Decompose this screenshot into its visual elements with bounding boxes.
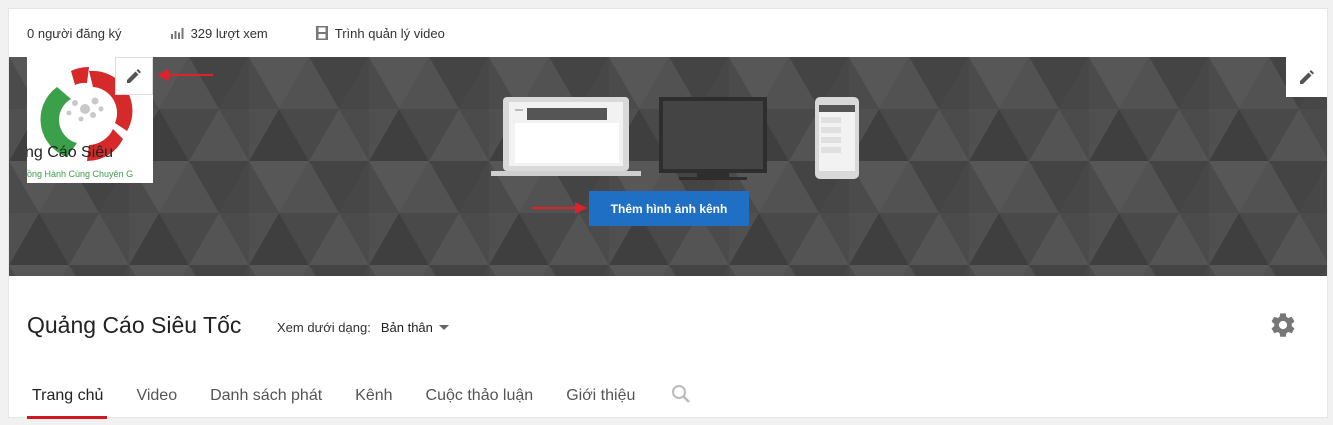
tab-home[interactable]: Trang chủ <box>27 375 108 419</box>
bar-chart-icon <box>170 27 184 39</box>
channel-stats-bar: 0 người đăng ký 329 lượt xem Trình quản … <box>9 9 1327 57</box>
annotation-arrow-button <box>531 202 587 214</box>
view-count-label: 329 lượt xem <box>190 25 268 41</box>
film-strip-icon <box>315 26 328 40</box>
annotation-arrow-avatar <box>157 69 213 81</box>
pencil-icon <box>127 69 141 83</box>
pencil-icon <box>1299 70 1314 84</box>
video-manager-link[interactable]: Trình quản lý video <box>315 25 445 41</box>
tab-discussion[interactable]: Cuộc thảo luận <box>421 375 538 419</box>
view-as-value: Bản thân <box>380 320 433 335</box>
tab-about[interactable]: Giới thiệu <box>561 375 639 419</box>
add-channel-art-button[interactable]: Thêm hình ảnh kênh <box>589 191 749 226</box>
search-icon <box>672 385 691 403</box>
subscriber-count-label: 0 người đăng ký <box>27 25 122 41</box>
subscriber-count: 0 người đăng ký <box>27 26 122 41</box>
gear-icon[interactable] <box>1269 311 1297 339</box>
channel-logo-text: ng Cáo Siêu <box>27 144 114 161</box>
edit-banner-button[interactable] <box>1286 57 1327 97</box>
channel-page-card: 0 người đăng ký 329 lượt xem Trình quản … <box>8 8 1328 419</box>
tab-videos[interactable]: Video <box>131 375 181 419</box>
tab-playlists[interactable]: Danh sách phát <box>205 375 326 419</box>
tab-channels[interactable]: Kênh <box>350 375 396 419</box>
view-as-dropdown[interactable]: Bản thân <box>381 320 449 335</box>
view-count: 329 lượt xem <box>170 26 268 41</box>
channel-banner: ng Cáo Siêu ồng Hành Cùng Chuyên G Thêm … <box>9 57 1327 276</box>
channel-search-button[interactable] <box>671 375 691 409</box>
chevron-down-icon <box>438 325 449 330</box>
edit-avatar-button[interactable] <box>115 57 153 95</box>
video-manager-label: Trình quản lý video <box>334 25 445 41</box>
view-as-label: Xem dưới dạng: <box>277 320 371 335</box>
channel-title: Quảng Cáo Siêu Tốc <box>27 312 242 338</box>
channel-logo-tagline: ồng Hành Cùng Chuyên G <box>27 169 134 179</box>
view-as-control: Xem dưới dạng: Bản thân <box>277 320 449 335</box>
channel-tabs: Trang chủ Video Danh sách phát Kênh Cuộc… <box>27 375 691 419</box>
devices-illustration <box>491 97 859 180</box>
